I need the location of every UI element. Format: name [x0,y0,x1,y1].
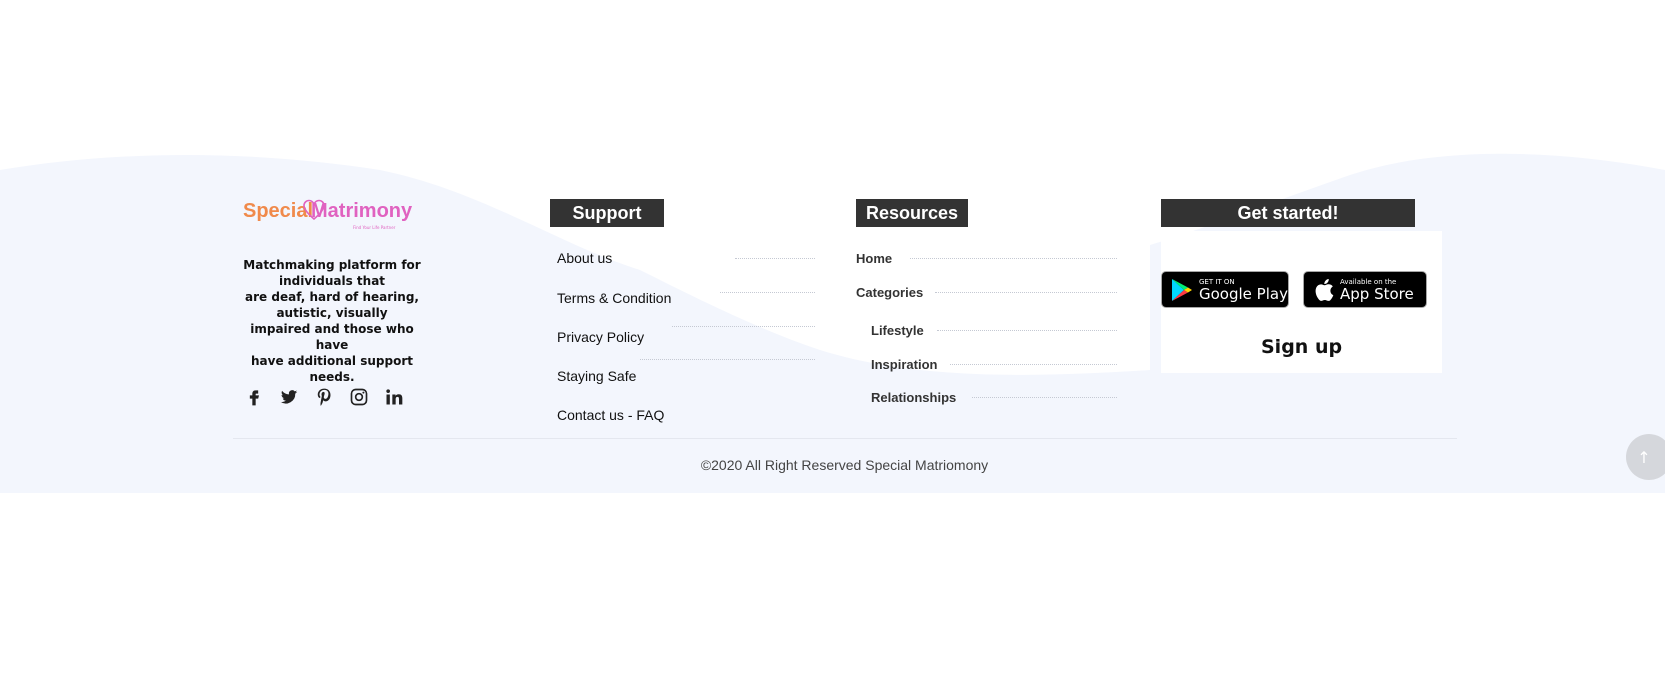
dotted-separator [672,326,815,327]
tagline-line: are deaf, hard of hearing, [245,290,419,304]
link-relationships[interactable]: Relationships [871,390,956,405]
link-terms-condition[interactable]: Terms & Condition [557,290,671,306]
footer-divider [233,438,1457,439]
google-play-button[interactable]: GET IT ON Google Play [1161,271,1289,308]
google-play-icon [1172,278,1192,301]
pinterest-icon[interactable] [314,387,334,407]
copyright-text: ©2020 All Right Reserved Special Matriom… [700,457,989,473]
resources-heading: Resources [856,199,968,227]
get-started-heading: Get started! [1161,199,1415,227]
app-store-button[interactable]: Available on the App Store [1303,271,1427,308]
tagline-line: individuals that [278,274,386,288]
tagline-line: impaired and those who have [250,322,414,352]
logo-text-matrimony: Matrimony [311,200,413,222]
link-contact-faq[interactable]: Contact us - FAQ [557,407,664,423]
dotted-separator [972,397,1117,398]
link-staying-safe[interactable]: Staying Safe [557,368,636,384]
tagline-line: Matchmaking platform for [243,258,421,272]
get-started-panel: GET IT ON Google Play Available on the A… [1161,231,1442,373]
brand-logo[interactable]: Special Matrimony Find Your Life Partner [243,199,423,238]
dotted-separator [950,364,1117,365]
google-play-big-text: Google Play [1199,284,1288,303]
dotted-separator [937,330,1117,331]
brand-tagline: Matchmaking platform for individuals tha… [236,257,428,385]
link-lifestyle[interactable]: Lifestyle [871,323,924,338]
support-heading: Support [550,199,664,227]
dotted-separator [910,258,1117,259]
twitter-icon[interactable] [279,387,299,407]
link-categories[interactable]: Categories [856,285,923,300]
link-about-us[interactable]: About us [557,250,612,266]
link-privacy-policy[interactable]: Privacy Policy [557,329,644,345]
app-store-big-text: App Store [1340,284,1414,303]
back-to-top-button[interactable]: ↑ [1626,434,1665,480]
dotted-separator [720,292,815,293]
facebook-icon[interactable] [244,387,264,407]
dotted-separator [640,359,815,360]
social-links [244,387,404,407]
logo-tagline: Find Your Life Partner [353,225,396,230]
signup-link[interactable]: Sign up [1261,336,1342,358]
tagline-line: have additional support needs. [251,354,413,384]
dotted-separator [735,258,815,259]
tagline-line: autistic, visually [276,306,388,320]
arrow-up-icon: ↑ [1637,447,1651,467]
linkedin-icon[interactable] [384,387,404,407]
apple-icon [1315,278,1334,301]
instagram-icon[interactable] [349,387,369,407]
dotted-separator [935,292,1117,293]
link-home[interactable]: Home [856,251,892,266]
site-footer: Special Matrimony Find Your Life Partner… [0,150,1665,493]
link-inspiration[interactable]: Inspiration [871,357,937,372]
